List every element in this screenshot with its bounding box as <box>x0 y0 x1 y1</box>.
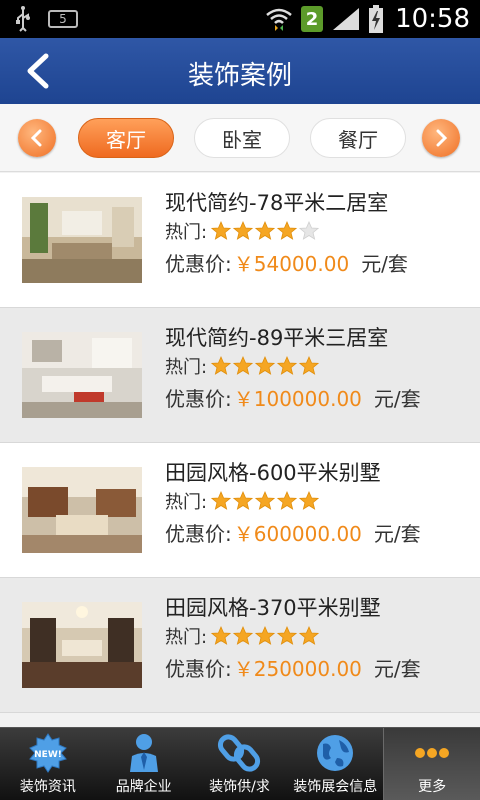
star-filled-icon <box>277 356 298 375</box>
usb-icon <box>16 6 30 32</box>
signal-icon <box>333 8 360 30</box>
star-rating <box>211 626 320 646</box>
prev-tabs-button[interactable] <box>18 119 56 157</box>
star-empty-icon <box>299 221 320 240</box>
case-thumbnail <box>22 467 142 553</box>
price-unit: 元/套 <box>373 657 421 681</box>
star-filled-icon <box>299 356 320 375</box>
star-filled-icon <box>299 491 320 510</box>
case-title: 现代简约-78平米二居室 <box>165 191 389 215</box>
nav-label: 装饰供/求 <box>209 779 270 795</box>
case-thumbnail <box>22 332 142 418</box>
tab-living-room[interactable]: 客厅 <box>78 118 174 158</box>
nav-exhibition-info[interactable]: 装饰展会信息 <box>287 728 383 800</box>
page-title: 装饰案例 <box>187 61 292 91</box>
category-tabs: 客厅 卧室 餐厅 <box>0 104 480 172</box>
price-value: ￥54000.00 <box>233 252 350 276</box>
more-dots-icon <box>415 748 450 758</box>
case-thumbnail <box>22 602 142 688</box>
price-label: 优惠价: <box>165 657 232 681</box>
nav-brand-companies[interactable]: 品牌企业 <box>96 728 192 800</box>
star-filled-icon <box>255 356 276 375</box>
businessman-icon <box>129 734 158 772</box>
wifi-icon <box>266 8 292 31</box>
nav-label: 品牌企业 <box>115 779 172 795</box>
star-rating <box>211 221 320 241</box>
star-filled-icon <box>255 491 276 510</box>
star-rating <box>211 356 320 376</box>
star-filled-icon <box>211 491 232 510</box>
star-filled-icon <box>255 221 276 240</box>
nav-decoration-news[interactable]: NEW! 装饰资讯 <box>0 728 96 800</box>
bottom-nav: NEW! 装饰资讯 品牌企业 装饰供/求 装饰展会信息 更多 <box>0 727 480 800</box>
star-filled-icon <box>211 626 232 645</box>
svg-text:NEW!: NEW! <box>34 750 62 760</box>
next-tabs-button[interactable] <box>422 119 460 157</box>
hot-label: 热门: <box>165 357 208 378</box>
tab-bedroom[interactable]: 卧室 <box>194 118 290 158</box>
star-filled-icon <box>277 491 298 510</box>
price-label: 优惠价: <box>165 522 232 546</box>
nav-label: 装饰展会信息 <box>293 779 378 795</box>
price-unit: 元/套 <box>361 252 408 276</box>
hot-label: 热门: <box>165 222 208 243</box>
nav-label: 更多 <box>418 779 447 795</box>
hot-label: 热门: <box>165 492 208 513</box>
price-value: ￥250000.00 <box>233 657 362 681</box>
nav-supply-demand[interactable]: 装饰供/求 <box>192 728 288 800</box>
nav-label: 装饰资讯 <box>19 779 76 795</box>
globe-icon <box>317 735 354 771</box>
case-item[interactable]: 田园风格-600平米别墅 热门: 优惠价: ￥600000.00 元/套 <box>0 443 480 578</box>
new-badge-icon: NEW! <box>29 733 67 773</box>
star-filled-icon <box>277 221 298 240</box>
price-label: 优惠价: <box>165 252 232 276</box>
case-item[interactable]: 田园风格-370平米别墅 热门: 优惠价: ￥250000.00 元/套 <box>0 578 480 713</box>
case-title: 现代简约-89平米三居室 <box>165 326 389 350</box>
sim-badge: 5 <box>48 10 78 28</box>
star-filled-icon <box>255 626 276 645</box>
case-item[interactable]: 现代简约-89平米三居室 热门: 优惠价: ￥100000.00 元/套 <box>0 308 480 443</box>
case-item[interactable]: 现代简约-78平米二居室 热门: 优惠价: ￥54000.00 元/套 <box>0 173 480 308</box>
nav-more[interactable]: 更多 <box>383 728 480 800</box>
star-rating <box>211 491 320 511</box>
hot-label: 热门: <box>165 627 208 648</box>
clock: 10:58 <box>395 4 470 34</box>
star-filled-icon <box>211 356 232 375</box>
star-filled-icon <box>233 626 254 645</box>
star-filled-icon <box>233 356 254 375</box>
star-filled-icon <box>233 491 254 510</box>
price-unit: 元/套 <box>373 522 421 546</box>
case-title: 田园风格-370平米别墅 <box>165 596 381 620</box>
status-bar: 5 2 10:58 <box>0 0 480 38</box>
header: 装饰案例 <box>0 38 480 104</box>
case-thumbnail <box>22 197 142 283</box>
chevron-left-icon <box>30 129 42 147</box>
case-title: 田园风格-600平米别墅 <box>165 461 381 485</box>
price-value: ￥100000.00 <box>233 387 362 411</box>
price-unit: 元/套 <box>373 387 421 411</box>
case-list: 现代简约-78平米二居室 热门: 优惠价: ￥54000.00 元/套 现代简约… <box>0 173 480 713</box>
price-value: ￥600000.00 <box>233 522 362 546</box>
chain-link-icon <box>218 734 261 772</box>
notification-badge: 2 <box>301 6 324 32</box>
star-filled-icon <box>299 626 320 645</box>
tab-dining-room[interactable]: 餐厅 <box>310 118 406 158</box>
chevron-right-icon <box>436 129 448 147</box>
star-filled-icon <box>277 626 298 645</box>
star-filled-icon <box>233 221 254 240</box>
battery-charging-icon <box>369 5 384 33</box>
star-filled-icon <box>211 221 232 240</box>
price-label: 优惠价: <box>165 387 232 411</box>
